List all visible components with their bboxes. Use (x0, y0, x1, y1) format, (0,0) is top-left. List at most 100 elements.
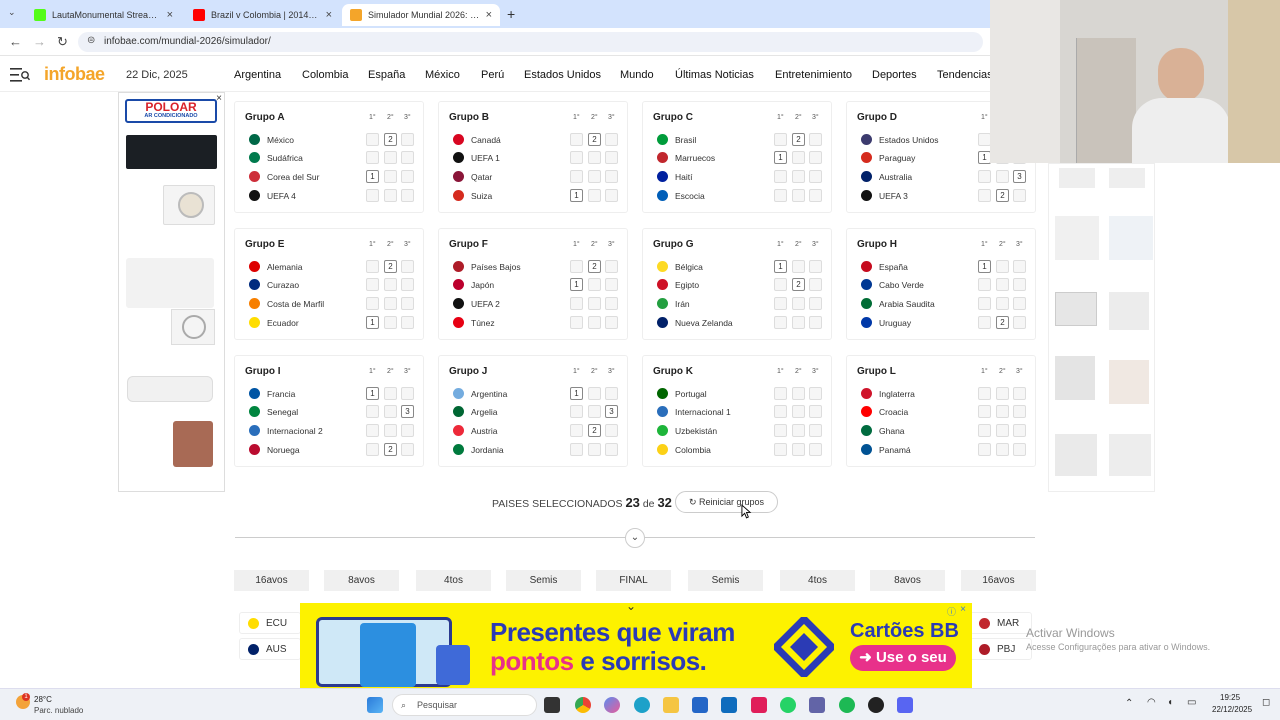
position-3-checkbox[interactable]: 3 (1013, 170, 1026, 183)
position-3-checkbox[interactable] (1013, 387, 1026, 400)
stage-tab[interactable]: Semis (688, 570, 763, 591)
teams-icon[interactable] (809, 697, 825, 713)
position-1-checkbox[interactable] (570, 297, 583, 310)
position-1-checkbox[interactable]: 1 (774, 260, 787, 273)
position-1-checkbox[interactable] (774, 297, 787, 310)
position-1-checkbox[interactable]: 1 (570, 189, 583, 202)
position-3-checkbox[interactable] (605, 170, 618, 183)
browser-tab-1[interactable]: LautaMonumental Stream - Wa × (26, 4, 181, 26)
position-3-checkbox[interactable] (401, 151, 414, 164)
right-sidebar-ad[interactable] (1048, 163, 1155, 492)
position-3-checkbox[interactable] (1013, 405, 1026, 418)
position-2-checkbox[interactable] (384, 316, 397, 329)
position-3-checkbox[interactable] (401, 443, 414, 456)
stage-tab[interactable]: 4tos (416, 570, 491, 591)
nav-espana[interactable]: España (368, 69, 405, 81)
position-3-checkbox[interactable] (605, 316, 618, 329)
position-1-checkbox[interactable] (570, 260, 583, 273)
position-2-checkbox[interactable] (384, 424, 397, 437)
position-1-checkbox[interactable] (366, 424, 379, 437)
copilot-icon[interactable] (604, 697, 620, 713)
position-1-checkbox[interactable] (774, 316, 787, 329)
position-2-checkbox[interactable] (996, 278, 1009, 291)
nav-mexico[interactable]: México (425, 69, 460, 81)
position-2-checkbox[interactable] (996, 424, 1009, 437)
notification-icon[interactable]: ◻ (1262, 697, 1270, 708)
close-tab-icon[interactable]: × (326, 9, 332, 21)
stage-tab[interactable]: Semis (506, 570, 581, 591)
position-3-checkbox[interactable] (809, 316, 822, 329)
position-1-checkbox[interactable] (978, 297, 991, 310)
nav-ultimas-noticias[interactable]: Últimas Noticias (675, 69, 754, 81)
position-3-checkbox[interactable] (809, 151, 822, 164)
nav-tendencias[interactable]: Tendencias (937, 69, 993, 81)
position-3-checkbox[interactable] (605, 424, 618, 437)
position-2-checkbox[interactable] (588, 316, 601, 329)
position-3-checkbox[interactable] (401, 260, 414, 273)
position-3-checkbox[interactable] (1013, 278, 1026, 291)
position-2-checkbox[interactable] (384, 170, 397, 183)
position-1-checkbox[interactable]: 1 (570, 278, 583, 291)
spotify-icon[interactable] (839, 697, 855, 713)
position-3-checkbox[interactable] (605, 189, 618, 202)
taskbar-search-input[interactable]: ⌕ Pesquisar (392, 694, 537, 716)
position-1-checkbox[interactable] (978, 189, 991, 202)
ad-close-icon[interactable]: × (960, 604, 966, 615)
position-3-checkbox[interactable] (1013, 316, 1026, 329)
position-3-checkbox[interactable] (401, 133, 414, 146)
tab-list-chevron-icon[interactable]: ⌄ (8, 7, 16, 18)
position-2-checkbox[interactable] (792, 189, 805, 202)
position-2-checkbox[interactable] (384, 297, 397, 310)
position-2-checkbox[interactable]: 2 (588, 424, 601, 437)
position-1-checkbox[interactable] (366, 260, 379, 273)
position-2-checkbox[interactable] (588, 170, 601, 183)
position-2-checkbox[interactable] (588, 443, 601, 456)
position-2-checkbox[interactable]: 2 (996, 316, 1009, 329)
chrome-icon[interactable] (575, 697, 591, 713)
position-2-checkbox[interactable]: 2 (792, 278, 805, 291)
menu-search-icon[interactable] (10, 68, 30, 82)
wifi-icon[interactable]: ◠ (1147, 697, 1156, 708)
site-info-icon[interactable]: ⊜ (87, 35, 95, 46)
position-3-checkbox[interactable] (809, 387, 822, 400)
position-1-checkbox[interactable] (978, 424, 991, 437)
position-3-checkbox[interactable] (401, 170, 414, 183)
ad-close-icon[interactable]: × (216, 93, 222, 104)
position-3-checkbox[interactable] (809, 170, 822, 183)
position-1-checkbox[interactable]: 1 (774, 151, 787, 164)
position-2-checkbox[interactable] (996, 405, 1009, 418)
position-2-checkbox[interactable] (384, 387, 397, 400)
stage-tab[interactable]: 16avos (234, 570, 309, 591)
nav-mundo[interactable]: Mundo (620, 69, 654, 81)
collapse-ad-icon[interactable]: ⌄ (626, 603, 636, 613)
position-3-checkbox[interactable] (809, 189, 822, 202)
whatsapp-icon[interactable] (780, 697, 796, 713)
position-2-checkbox[interactable]: 2 (792, 133, 805, 146)
position-3-checkbox[interactable] (401, 189, 414, 202)
volume-icon[interactable]: ◖ (1167, 697, 1173, 708)
position-3-checkbox[interactable] (1013, 443, 1026, 456)
task-view-icon[interactable] (544, 697, 560, 713)
position-2-checkbox[interactable]: 2 (588, 133, 601, 146)
position-1-checkbox[interactable] (978, 443, 991, 456)
file-explorer-icon[interactable] (663, 697, 679, 713)
forward-button[interactable]: → (33, 34, 46, 49)
position-3-checkbox[interactable] (1013, 260, 1026, 273)
position-1-checkbox[interactable] (774, 170, 787, 183)
back-button[interactable]: ← (9, 34, 22, 49)
outlook-icon[interactable] (721, 697, 737, 713)
store-icon[interactable] (692, 697, 708, 713)
position-1-checkbox[interactable] (366, 151, 379, 164)
position-3-checkbox[interactable] (809, 260, 822, 273)
position-1-checkbox[interactable] (570, 405, 583, 418)
nav-peru[interactable]: Perú (481, 69, 504, 81)
position-3-checkbox[interactable] (401, 387, 414, 400)
stage-tab[interactable]: 8avos (324, 570, 399, 591)
position-3-checkbox[interactable] (401, 316, 414, 329)
position-2-checkbox[interactable] (996, 170, 1009, 183)
position-2-checkbox[interactable] (996, 443, 1009, 456)
nav-argentina[interactable]: Argentina (234, 69, 281, 81)
position-3-checkbox[interactable] (809, 424, 822, 437)
discord-icon[interactable] (897, 697, 913, 713)
position-3-checkbox[interactable] (1013, 189, 1026, 202)
